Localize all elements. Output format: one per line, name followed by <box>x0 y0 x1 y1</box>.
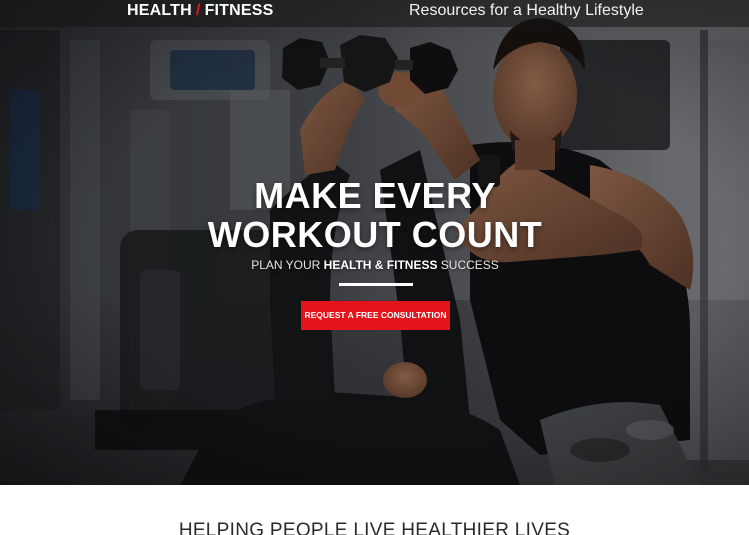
landing-page: HEALTH / FITNESS Resources for a Healthy L… <box>0 0 749 535</box>
hero-headline: MAKE EVERY WORKOUT COUNT <box>190 176 560 254</box>
brand-logo[interactable]: HEALTH / FITNESS <box>127 1 274 21</box>
section-title: HELPING PEOPLE LIVE HEALTHIER LIVES <box>178 520 571 535</box>
request-consultation-button[interactable]: REQUEST A FREE CONSULTATION <box>301 301 450 330</box>
top-bar: HEALTH / FITNESS Resources for a Healthy L… <box>0 0 749 27</box>
brand-word-fitness: FITNESS <box>204 2 274 19</box>
hero-section: HEALTH / FITNESS Resources for a Healthy L… <box>0 0 749 485</box>
header-tagline: Resources for a Healthy Lifestyle <box>409 2 644 19</box>
hero-subheadline: PLAN YOUR HEALTH & FITNESS SUCCESS <box>190 257 560 273</box>
brand-word-health: HEALTH <box>127 2 192 19</box>
subhead-prefix: PLAN YOUR <box>251 258 321 272</box>
hero-headline-line-2: WORKOUT COUNT <box>207 214 543 255</box>
subhead-suffix: SUCCESS <box>440 258 499 272</box>
brand-separator: / <box>195 2 201 19</box>
intro-section: HELPING PEOPLE LIVE HEALTHIER LIVES <box>0 485 749 535</box>
hero-headline-line-1: MAKE EVERY <box>254 175 496 216</box>
hero-divider <box>339 283 413 286</box>
subhead-emphasis: HEALTH & FITNESS <box>323 258 438 272</box>
